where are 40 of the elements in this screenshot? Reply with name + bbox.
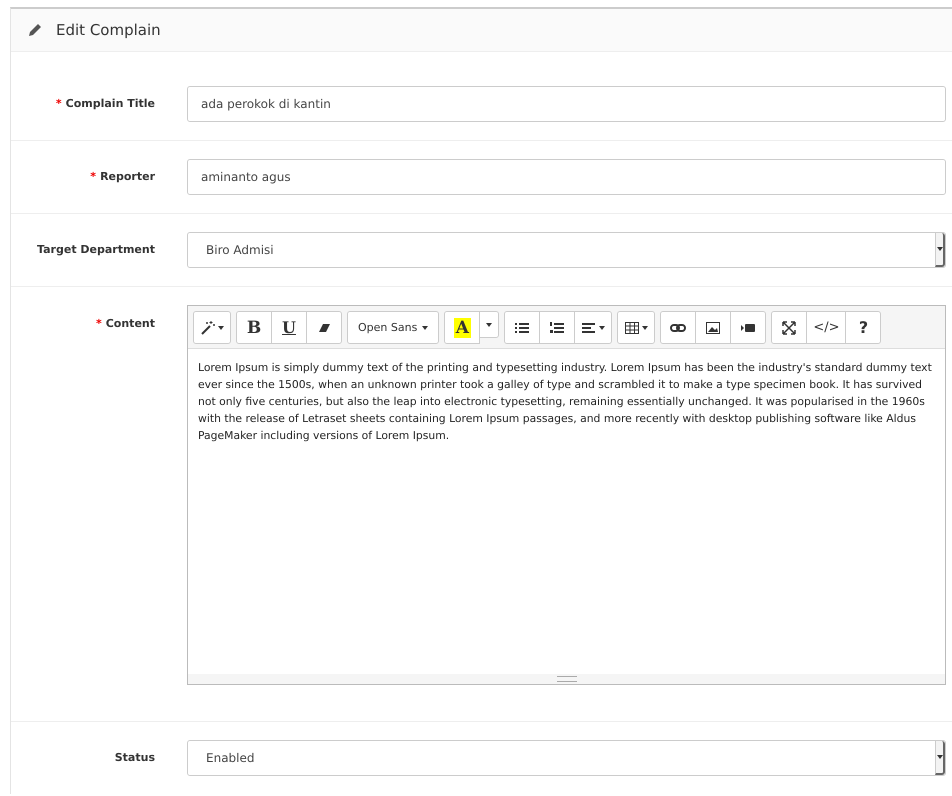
grip-icon	[556, 676, 576, 682]
underline-button[interactable]: U	[271, 311, 307, 344]
eraser-button[interactable]	[306, 311, 342, 344]
field-label: Reporter	[100, 170, 155, 183]
font-button[interactable]: Open Sans	[347, 311, 440, 344]
expand-icon	[781, 320, 798, 336]
table-button[interactable]	[617, 311, 656, 344]
caret-icon	[936, 755, 942, 759]
magic-wand-button[interactable]	[193, 311, 231, 344]
select-field[interactable]: Enabled	[187, 740, 946, 776]
pencil-icon	[28, 23, 42, 37]
field-label: Complain Title	[66, 97, 155, 110]
help-button[interactable]: ?	[845, 311, 882, 344]
required-mark: *	[96, 317, 102, 330]
expand-button[interactable]	[771, 311, 808, 344]
numbered-list-icon	[549, 320, 566, 336]
highlight-button[interactable]: A	[444, 311, 480, 344]
select-field[interactable]: Biro Admisi	[187, 232, 946, 268]
align-button[interactable]	[574, 311, 612, 344]
video-button[interactable]	[730, 311, 766, 344]
field-label: Content	[106, 317, 155, 330]
caret-icon	[936, 247, 942, 251]
table-icon	[624, 320, 640, 336]
dropdown-button[interactable]	[479, 311, 500, 338]
required-mark: *	[90, 170, 96, 183]
magic-wand-icon	[200, 320, 216, 336]
numbered-list-button[interactable]	[539, 311, 576, 344]
image-icon	[705, 320, 722, 336]
image-button[interactable]	[695, 311, 732, 344]
bold-button[interactable]: B	[236, 311, 272, 344]
text-field[interactable]: ada perokok di kantin	[187, 86, 946, 122]
panel-title: Edit Complain	[56, 21, 161, 39]
code-view-button[interactable]: </>	[806, 311, 846, 344]
editor-text[interactable]: Lorem Ipsum is simply dummy text of the printing and typesetting industry. Lorem Ipsum has been the industry's standard dummy text ever since the 1500s, when an unknown printer took a galley of type and scrambled it to make a type specimen book. It has survived not only five centuries, but also the leap into electronic typesetting, remaining essentially unchanged. It was popularised in the 1960s with the release of Letraset sheets containing Lorem Ipsum passages, and more recently with desktop publishing software like Aldus PageMaker including versions of Lorem Ipsum.	[188, 349, 945, 674]
required-mark: *	[56, 97, 62, 110]
field-label: Status	[114, 750, 155, 764]
text-field[interactable]: aminanto agus	[187, 159, 946, 195]
link-button[interactable]	[660, 311, 696, 344]
bullet-list-button[interactable]	[504, 311, 540, 344]
field-label: Target Department	[36, 242, 155, 256]
